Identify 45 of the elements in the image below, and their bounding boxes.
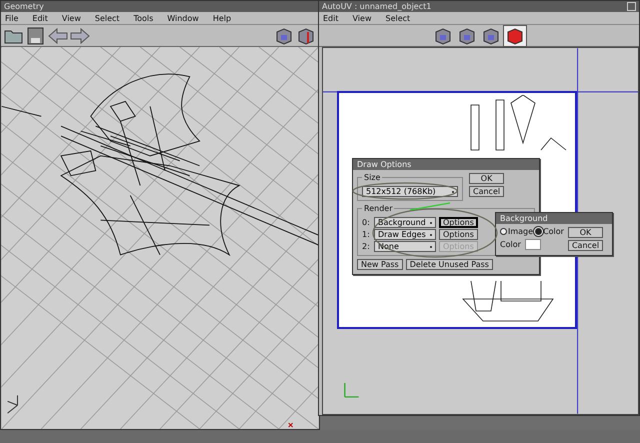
group-label: Render (363, 204, 394, 213)
options-button[interactable]: Options (439, 229, 478, 240)
field-label: Color (500, 240, 521, 249)
cube-icon[interactable] (274, 26, 294, 44)
pass-dropdown[interactable]: Background (374, 217, 436, 228)
origin-marker-icon (288, 422, 294, 428)
menu-item[interactable]: View (352, 14, 372, 22)
menu-item[interactable]: Select (385, 14, 410, 22)
pass-number: 0: (362, 218, 371, 227)
ok-button[interactable]: OK (469, 173, 504, 184)
pass-number: 2: (362, 242, 371, 251)
menu-item[interactable]: Window (167, 14, 199, 22)
pass-dropdown[interactable]: Draw Edges (374, 229, 436, 240)
new-pass-button[interactable]: New Pass (357, 259, 403, 270)
options-button[interactable]: Options (439, 217, 478, 228)
axis-gizmo-icon (7, 394, 18, 414)
save-icon[interactable] (26, 26, 46, 44)
cube-icon[interactable] (504, 26, 526, 46)
menu-item[interactable]: Edit (323, 14, 338, 22)
cube-icon[interactable] (296, 26, 316, 44)
radio-option[interactable]: Image (500, 227, 534, 236)
forward-arrow-icon[interactable] (70, 26, 90, 44)
ok-button[interactable]: OK (568, 227, 604, 238)
back-arrow-icon[interactable] (48, 26, 68, 44)
color-swatch[interactable] (524, 239, 541, 250)
group-label: Size (363, 173, 382, 182)
menu-item[interactable]: Help (212, 14, 232, 22)
annotation-line (410, 202, 450, 211)
menu-item[interactable]: File (5, 14, 18, 22)
delete-unused-pass-button[interactable]: Delete Unused Pass (406, 259, 493, 270)
window-title: Geometry (1, 1, 319, 12)
window-title: AutoUV : unnamed_object1 (322, 1, 432, 12)
pass-number: 1: (362, 230, 371, 239)
menu-item[interactable]: Select (94, 14, 120, 22)
size-dropdown[interactable]: 512x512 (768Kb) (362, 186, 458, 197)
cancel-button[interactable]: Cancel (568, 240, 604, 251)
axis-gizmo-icon (344, 382, 360, 398)
cancel-button[interactable]: Cancel (469, 186, 504, 197)
close-icon[interactable] (627, 2, 636, 11)
menu-item[interactable]: Edit (32, 14, 48, 22)
radio-option[interactable]: Color (535, 227, 564, 236)
menu-item[interactable]: Tools (134, 14, 154, 22)
dialog-title: Draw Options (353, 159, 539, 170)
menu-item[interactable]: View (62, 14, 81, 22)
dialog-title: Background (496, 213, 612, 224)
